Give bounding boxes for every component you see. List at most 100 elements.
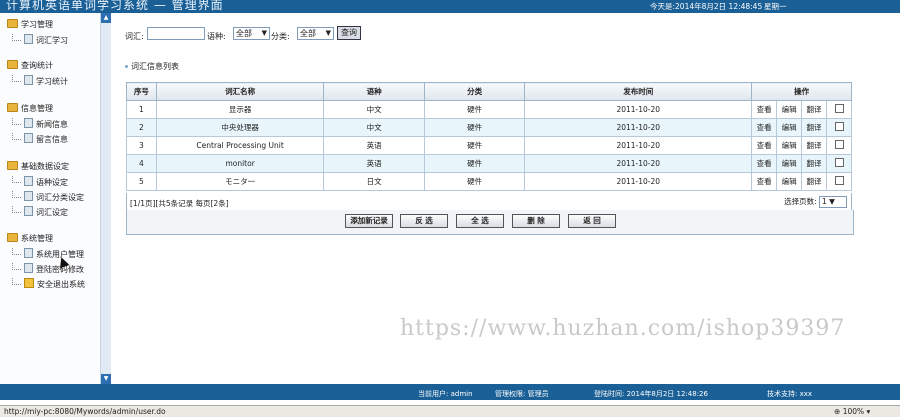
- row-checkbox[interactable]: [834, 176, 844, 185]
- document-icon: [24, 176, 33, 186]
- footer-bar: 当前用户: admin 管理权限: 管理员 登陆时间: 2014年8月2日 12…: [0, 384, 900, 400]
- folder-icon: [7, 60, 18, 69]
- sidebar-group-learning[interactable]: 学习管理: [7, 19, 53, 30]
- row-checkbox[interactable]: [834, 140, 844, 149]
- edit-link[interactable]: 编辑: [776, 100, 803, 119]
- section-title: 词汇信息列表: [125, 61, 179, 72]
- watermark: https://www.huzhan.com/ishop39397: [400, 316, 846, 341]
- document-icon: [24, 75, 33, 85]
- word-search-input[interactable]: [147, 27, 205, 40]
- sidebar-group-basic-data[interactable]: 基础数据设定: [7, 161, 69, 172]
- edit-link[interactable]: 编辑: [776, 154, 803, 173]
- folder-icon: [7, 161, 18, 170]
- category-label: 分类:: [271, 32, 290, 41]
- browser-status-bar: http://miy-pc:8080/Mywords/admin/user.do…: [0, 405, 900, 417]
- tree-connector-icon: [12, 278, 21, 285]
- edit-link[interactable]: 编辑: [776, 172, 803, 191]
- sidebar-item-word-setting[interactable]: 词汇设定: [12, 206, 68, 218]
- invert-select-button[interactable]: 反 选: [400, 214, 448, 228]
- translate-link[interactable]: 翻译: [801, 100, 828, 119]
- magnifier-icon: ⊕: [834, 407, 841, 416]
- tree-connector-icon: [12, 34, 21, 41]
- tree-connector-icon: [12, 263, 21, 270]
- dropdown-arrow-icon: ▼: [829, 197, 835, 206]
- table-row: 5 モニタ一 日文 硬件 2011-10-20 查看 编辑 翻译: [126, 172, 852, 191]
- sidebar-item-word-learning[interactable]: 词汇学习: [12, 34, 68, 46]
- tree-connector-icon: [12, 118, 21, 125]
- app-title: 计算机英语单词学习系统 — 管理界面: [6, 0, 224, 12]
- page-select-group: 选择页数: 1 ▼: [784, 196, 847, 208]
- view-link[interactable]: 查看: [751, 154, 778, 173]
- col-header-time: 发布时间: [524, 82, 753, 101]
- current-user: 当前用户: admin: [418, 390, 473, 398]
- col-header-no: 序号: [126, 82, 157, 101]
- row-checkbox[interactable]: [834, 158, 844, 167]
- sidebar: 学习管理 词汇学习 查询统计 学习统计 信息管理 新闻信息 留言信息 基础数据设…: [0, 13, 111, 384]
- page-select-label: 选择页数:: [784, 197, 817, 206]
- login-time: 登陆时间: 2014年8月2日 12:48:26: [594, 390, 708, 398]
- translate-link[interactable]: 翻译: [801, 172, 828, 191]
- add-record-button[interactable]: 添加新记录: [345, 214, 393, 228]
- tree-connector-icon: [12, 191, 21, 198]
- sidebar-item-user-management[interactable]: 系统用户管理: [12, 248, 84, 260]
- sidebar-group-query[interactable]: 查询统计: [7, 60, 53, 71]
- page-select[interactable]: 1 ▼: [819, 196, 847, 208]
- row-checkbox[interactable]: [834, 104, 844, 113]
- category-select[interactable]: 全部 ▼: [297, 27, 334, 40]
- warning-icon: [24, 278, 34, 288]
- translate-link[interactable]: 翻译: [801, 136, 828, 155]
- tech-support: 技术支持: xxx: [767, 390, 813, 398]
- sidebar-item-language-setting[interactable]: 语种设定: [12, 176, 68, 188]
- tree-connector-icon: [12, 133, 21, 140]
- sidebar-item-news[interactable]: 新闻信息: [12, 118, 68, 130]
- note-icon: [24, 133, 33, 143]
- tree-connector-icon: [12, 75, 21, 82]
- current-date: 今天是:2014年8月2日 12:48:45: [650, 2, 763, 11]
- edit-link[interactable]: 编辑: [776, 118, 803, 137]
- sidebar-group-info[interactable]: 信息管理: [7, 103, 53, 114]
- sidebar-item-password-change[interactable]: 登陆密码修改: [12, 263, 84, 275]
- dropdown-arrow-icon: ▼: [325, 29, 331, 37]
- delete-button[interactable]: 删 除: [512, 214, 560, 228]
- query-button[interactable]: 查询: [337, 26, 361, 40]
- zoom-level[interactable]: ⊕ 100% ▾: [834, 407, 870, 416]
- tree-connector-icon: [12, 248, 21, 255]
- table-header-row: 序号 词汇名称 语种 分类 发布时间 操作: [126, 82, 852, 101]
- pagination: [1/1页][共5条记录 每页[2条] 选择页数: 1 ▼: [126, 193, 852, 211]
- table-row: 2 中央处理器 中文 硬件 2011-10-20 查看 编辑 翻译: [126, 118, 852, 137]
- scroll-up-icon[interactable]: ▲: [101, 13, 111, 23]
- view-link[interactable]: 查看: [751, 136, 778, 155]
- select-all-button[interactable]: 全 选: [456, 214, 504, 228]
- sidebar-item-logout[interactable]: 安全退出系统: [12, 278, 85, 290]
- table-row: 1 显示器 中文 硬件 2011-10-20 查看 编辑 翻译: [126, 100, 852, 119]
- sidebar-group-system[interactable]: 系统管理: [7, 233, 53, 244]
- edit-link[interactable]: 编辑: [776, 136, 803, 155]
- sidebar-item-messages[interactable]: 留言信息: [12, 133, 68, 145]
- back-button[interactable]: 返 回: [568, 214, 616, 228]
- word-table: 序号 词汇名称 语种 分类 发布时间 操作 1 显示器 中文 硬件 2011-1…: [126, 82, 852, 191]
- bullet-icon: [125, 65, 128, 68]
- col-header-cat: 分类: [423, 82, 526, 101]
- translate-link[interactable]: 翻译: [801, 154, 828, 173]
- word-label: 词汇:: [125, 32, 144, 41]
- page-info: [1/1页][共5条记录 每页[2条]: [130, 199, 229, 208]
- language-label: 语种:: [207, 32, 226, 41]
- sidebar-scrollbar[interactable]: ▲ ▼: [100, 13, 111, 384]
- view-link[interactable]: 查看: [751, 100, 778, 119]
- translate-link[interactable]: 翻译: [801, 118, 828, 137]
- view-link[interactable]: 查看: [751, 172, 778, 191]
- tree-connector-icon: [12, 176, 21, 183]
- sidebar-item-study-stats[interactable]: 学习统计: [12, 75, 68, 87]
- status-url: http://miy-pc:8080/Mywords/admin/user.do: [4, 407, 166, 416]
- folder-icon: [7, 103, 18, 112]
- row-checkbox[interactable]: [834, 122, 844, 131]
- scroll-down-icon[interactable]: ▼: [101, 374, 111, 384]
- document-icon: [24, 34, 33, 44]
- folder-icon: [7, 19, 18, 28]
- language-select[interactable]: 全部 ▼: [233, 27, 270, 40]
- current-weekday: 星期一: [764, 2, 787, 11]
- folder-icon: [7, 233, 18, 242]
- sidebar-item-category-setting[interactable]: 词汇分类设定: [12, 191, 84, 203]
- document-icon: [24, 191, 33, 201]
- view-link[interactable]: 查看: [751, 118, 778, 137]
